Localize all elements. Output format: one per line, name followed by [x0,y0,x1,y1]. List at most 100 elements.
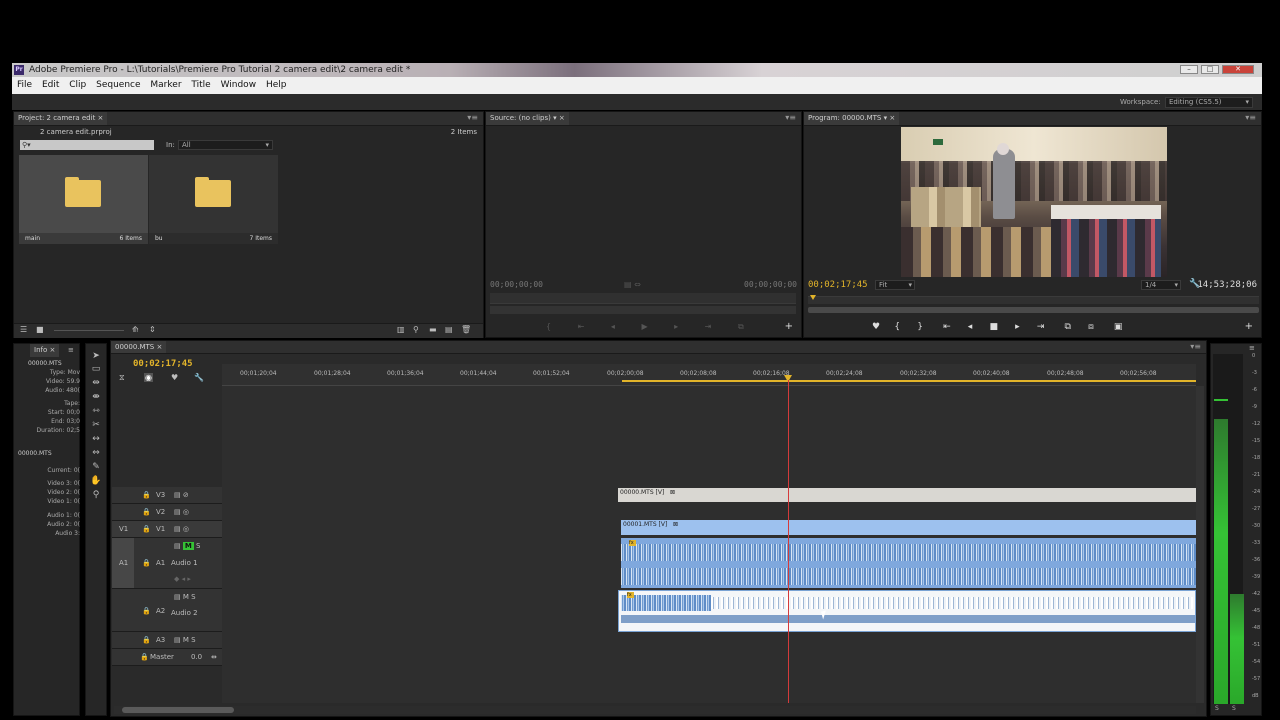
tab-program[interactable]: Program: 00000.MTS ▾ × [804,112,900,125]
new-bin-icon[interactable]: ▬ [429,325,437,334]
rolling-edit-tool-icon[interactable]: ⇼ [90,391,102,403]
program-current-timecode[interactable]: 00;02;17;45 [808,280,868,290]
automate-icon[interactable]: ⟰ [132,325,139,334]
source-patch-a1[interactable]: A1 [119,559,128,567]
pen-tool-icon[interactable]: ✎ [90,461,102,473]
razor-tool-icon[interactable]: ✂ [90,419,102,431]
go-to-out-icon[interactable]: ⇥ [1037,322,1045,332]
track-header-v3[interactable]: 🔒 V3 ▤ ⊘ [112,487,222,504]
track-header-master[interactable]: 🔒 Master 0.0 ⇹ [112,649,222,666]
timeline-current-timecode[interactable]: 00;02;17;45 [133,359,193,369]
bin-thumb-main[interactable]: main 6 Items [19,155,148,244]
maximize-icon[interactable]: □ [1201,65,1219,74]
workspace-dropdown[interactable]: Editing (CS5.5) ▾ [1165,97,1253,108]
clip-v3[interactable]: 00000.MTS [V] ⊠ [618,488,1196,502]
add-button-icon[interactable]: + [1245,321,1253,332]
timeline-vertical-scrollbar[interactable] [1196,386,1204,703]
timeline-playhead-line[interactable] [788,380,789,703]
hand-tool-icon[interactable]: ✋ [90,475,102,487]
in-filter-dropdown[interactable]: All ▾ [178,140,273,150]
source-timecode[interactable]: 00;00;00;00 [490,280,543,289]
clip-a2[interactable]: fx [618,590,1196,632]
track-header-v1[interactable]: V1 🔒 V1 ▤ ◎ [112,521,222,538]
menu-clip[interactable]: Clip [69,80,86,90]
lock-icon[interactable]: 🔒 [140,653,149,661]
keyframe-nav-icon[interactable]: ◆ ◂ ▸ [174,575,191,583]
add-marker-icon[interactable]: ♥ [872,322,880,332]
menu-help[interactable]: Help [266,80,287,90]
tab-project[interactable]: Project: 2 camera edit × [14,112,108,125]
program-zoom-bar[interactable] [808,307,1259,313]
audio-track-controls[interactable]: ▤ M S [174,542,200,550]
tab-source[interactable]: Source: (no clips) ▾ × [486,112,569,125]
step-forward-icon[interactable]: ▸ [1015,322,1020,332]
program-playhead-icon[interactable] [810,295,816,300]
bin-thumb-bu[interactable]: bu 7 Items [149,155,278,244]
export-frame-icon[interactable]: ▣ [1114,322,1123,332]
lock-icon[interactable]: 🔒 [142,636,151,644]
program-time-ruler[interactable] [808,295,1259,304]
master-toggle-icon[interactable]: ⇹ [211,653,217,661]
mark-out-icon[interactable]: } [917,322,923,332]
source-zoom-bar[interactable] [490,306,796,314]
eye-icon[interactable]: ▤ ◎ [174,508,189,516]
lock-icon[interactable]: 🔒 [142,559,151,567]
track-select-tool-icon[interactable]: ▭ [90,363,102,375]
lift-icon[interactable]: ⧉ [1064,322,1070,332]
lock-icon[interactable]: 🔒 [142,508,151,516]
source-patch-v1[interactable]: V1 [119,525,128,533]
tab-info[interactable]: Info × [30,344,60,357]
menu-file[interactable]: File [17,80,32,90]
menu-marker[interactable]: Marker [150,80,181,90]
minimize-icon[interactable]: – [1180,65,1198,74]
mark-in-icon[interactable]: { [894,322,900,332]
extract-icon[interactable]: ⧈ [1088,322,1094,332]
new-item-icon[interactable]: ▤ [445,325,453,334]
sort-icon[interactable]: ⇕ [149,325,156,334]
source-transport-controls[interactable]: { ⇤ ◂ ▶ ▸ ⇥ ⧉ [546,322,756,332]
master-volume-value[interactable]: 0.0 [191,653,202,661]
selection-tool-icon[interactable]: ➤ [90,350,102,362]
solo-left-button[interactable]: S [1215,705,1219,712]
program-video-frame[interactable] [901,127,1167,277]
clip-a1[interactable]: fx [621,538,1196,588]
source-settings-icon[interactable]: ▤ ⇔ [624,280,641,289]
track-header-a1[interactable]: A1 🔒 A1 Audio 1 ▤ M S ◆ ◂ ▸ [112,538,222,589]
solo-right-button[interactable]: S [1232,705,1236,712]
ripple-edit-tool-icon[interactable]: ⇹ [90,377,102,389]
rate-stretch-tool-icon[interactable]: ⇿ [90,405,102,417]
close-icon[interactable]: ✕ [1222,65,1254,74]
scrollbar-thumb[interactable] [122,707,234,713]
playback-resolution-dropdown[interactable]: 1/4 ▾ [1141,280,1181,290]
snap-icon[interactable]: ⧖ [119,373,125,383]
list-view-icon[interactable]: ☰ [20,325,27,334]
audio-track-controls[interactable]: ▤ M S [174,636,196,644]
trash-icon[interactable]: 🗑 [461,325,471,334]
panel-menu-icon[interactable]: ≡ [1249,344,1255,352]
source-viewer[interactable] [487,126,800,276]
eye-icon[interactable]: ▤ ◎ [174,525,189,533]
linked-selection-icon[interactable]: ◉ [144,373,153,382]
panel-menu-icon[interactable]: ▾≡ [467,113,478,122]
toggle-output-icon[interactable]: ▤ ⊘ [174,491,189,499]
go-to-in-icon[interactable]: ⇤ [943,322,951,332]
lock-icon[interactable]: 🔒 [142,491,151,499]
slide-tool-icon[interactable]: ⇔ [90,447,102,459]
work-area-bar[interactable] [622,380,1196,382]
track-header-a2[interactable]: 🔒 A2 Audio 2 ▤ M S [112,589,222,632]
find-icon[interactable]: ⚲ [413,325,419,334]
audio-track-controls[interactable]: ▤ M S [174,593,196,601]
slip-tool-icon[interactable]: ↔ [90,433,102,445]
zoom-fit-dropdown[interactable]: Fit ▾ [875,280,915,290]
stop-icon[interactable]: ■ [989,322,998,332]
lock-icon[interactable]: 🔒 [142,607,151,615]
lock-icon[interactable]: 🔒 [142,525,151,533]
panel-menu-icon[interactable]: ≡ [68,346,74,354]
panel-menu-icon[interactable]: ▾≡ [1245,113,1256,122]
zoom-tool-icon[interactable]: ⚲ [90,489,102,501]
menu-title[interactable]: Title [191,80,210,90]
add-marker-icon[interactable]: ♥ [171,373,178,382]
step-back-icon[interactable]: ◂ [968,322,973,332]
menu-window[interactable]: Window [221,80,257,90]
icon-view-icon[interactable]: ■ [36,325,44,334]
